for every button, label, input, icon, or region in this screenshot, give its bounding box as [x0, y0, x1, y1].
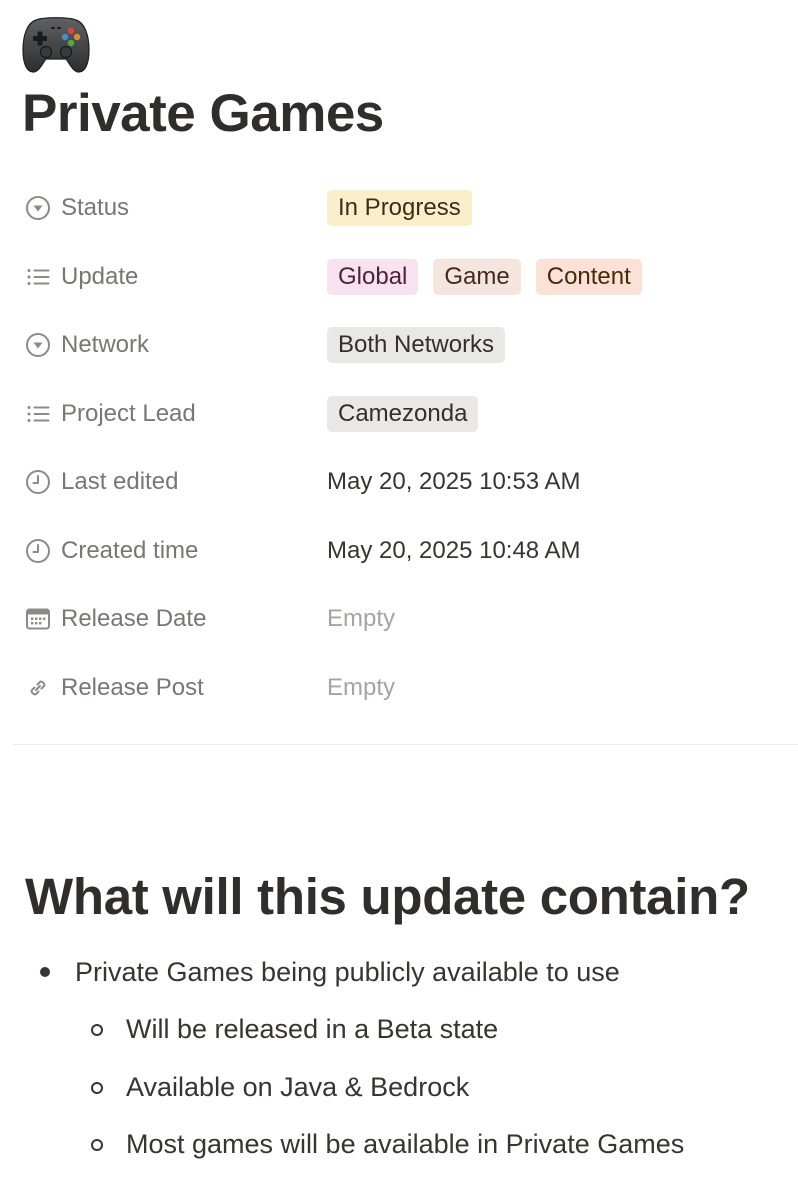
property-value-network[interactable]: Both Networks [327, 327, 520, 363]
empty-value[interactable]: Empty [327, 674, 395, 702]
bullet-dot [40, 967, 50, 977]
property-row-release-date: Release Date Empty [24, 597, 784, 666]
property-row-release-post: Release Post Empty [24, 666, 784, 735]
property-label-project-lead[interactable]: Project Lead [24, 396, 196, 432]
clock-icon [26, 538, 50, 563]
property-name: Release Post [61, 673, 204, 701]
list-item[interactable]: Will be released in a Beta state [126, 1007, 498, 1051]
bullet-circle [91, 1082, 103, 1094]
property-value-created-time: May 20, 2025 10:48 AM [327, 533, 581, 569]
property-value-status[interactable]: In Progress [327, 190, 487, 226]
property-name: Project Lead [61, 399, 196, 427]
property-value-project-lead[interactable]: Camezonda [327, 395, 493, 432]
update-tag[interactable]: Global [327, 258, 419, 295]
property-name: Release Date [61, 605, 207, 632]
property-name: Update [61, 262, 139, 290]
update-tag[interactable]: Game [433, 258, 521, 295]
properties-list: Status In Progress Update Global Game Co… [24, 186, 784, 734]
list-item[interactable]: Private Games being publicly available t… [75, 950, 620, 994]
link-icon [30, 679, 46, 696]
bullet-circle [91, 1024, 103, 1036]
property-label-release-post[interactable]: Release Post [24, 670, 204, 706]
calendar-icon [26, 608, 50, 630]
property-label-created-time[interactable]: Created time [24, 533, 198, 569]
multi-select-list-icon [27, 268, 50, 285]
list-item[interactable]: Most games will be available in Private … [126, 1122, 684, 1166]
last-edited-value: May 20, 2025 10:53 AM [327, 468, 581, 495]
status-tag[interactable]: In Progress [327, 190, 472, 226]
property-row-update: Update Global Game Content [24, 255, 784, 324]
property-row-project-lead: Project Lead Camezonda [24, 392, 784, 461]
property-value-update[interactable]: Global Game Content [327, 258, 657, 295]
properties-divider [13, 744, 798, 745]
property-name: Last edited [61, 468, 179, 495]
status-circle-icon [26, 333, 50, 357]
section-heading[interactable]: What will this update contain? [25, 866, 750, 927]
status-circle-icon [26, 196, 50, 220]
empty-value[interactable]: Empty [327, 605, 395, 633]
property-value-release-post[interactable]: Empty [327, 670, 395, 706]
property-label-update[interactable]: Update [24, 259, 138, 295]
clock-icon [26, 470, 50, 494]
multi-select-list-icon [27, 405, 50, 422]
project-lead-tag[interactable]: Camezonda [327, 395, 479, 432]
property-label-network[interactable]: Network [24, 327, 149, 363]
list-item[interactable]: Available on Java & Bedrock [126, 1065, 469, 1109]
property-row-created-time: Created time May 20, 2025 10:48 AM [24, 529, 784, 598]
property-label-status[interactable]: Status [24, 190, 129, 226]
property-label-release-date[interactable]: Release Date [24, 601, 206, 637]
property-row-last-edited: Last edited May 20, 2025 10:53 AM [24, 460, 784, 529]
update-tag[interactable]: Content [535, 258, 642, 295]
page-title[interactable]: Private Games [22, 82, 384, 146]
created-time-value: May 20, 2025 10:48 AM [327, 536, 581, 564]
property-name: Created time [61, 536, 199, 564]
property-label-last-edited[interactable]: Last edited [24, 464, 178, 500]
property-value-last-edited: May 20, 2025 10:53 AM [327, 464, 581, 500]
property-name: Status [61, 194, 130, 221]
video-game-controller-icon[interactable] [22, 14, 90, 76]
property-row-status: Status In Progress [24, 186, 784, 255]
bullet-circle [91, 1139, 103, 1151]
property-name: Network [61, 331, 150, 358]
property-row-network: Network Both Networks [24, 323, 784, 392]
property-value-release-date[interactable]: Empty [327, 601, 395, 637]
network-tag[interactable]: Both Networks [327, 327, 506, 363]
